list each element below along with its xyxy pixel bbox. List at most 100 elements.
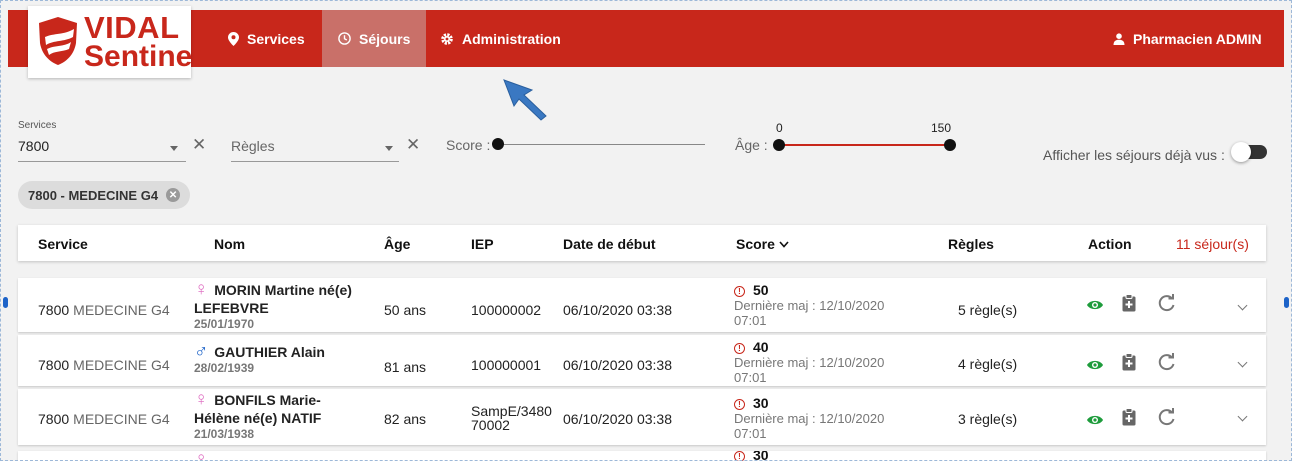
col-date[interactable]: Date de début [563,236,656,252]
eye-icon[interactable] [1086,358,1104,372]
toggle-thumb [1231,142,1251,162]
row-service-code: 7800 [38,411,70,427]
age-slider-max-handle[interactable] [944,139,956,151]
row-score: 50 [753,282,769,298]
chevron-down-icon[interactable] [1237,411,1248,422]
map-pin-icon [228,31,239,46]
row-age: 82 ans [384,411,427,427]
row-service-name: MEDECINE G4 [73,302,170,318]
services-filter-value[interactable]: 7800 [18,138,49,154]
refresh-icon[interactable] [1158,408,1176,426]
row-regles: 3 règle(s) [958,411,1018,427]
service-chip-label: 7800 - MEDECINE G4 [28,187,159,203]
gear-icon [440,32,454,46]
table-row[interactable]: 7800 MEDECINE G4 ♂ GAUTHIER Alain 28/02/19… [18,335,1266,386]
row-maj-line1: Dernière maj : 12/10/2020 [734,355,885,370]
row-date: 06/10/2020 03:38 [563,357,672,373]
row-score: 30 [753,451,769,461]
table-row-partial[interactable]: ! 30 ♀ [18,451,1266,461]
row-score: 30 [753,395,769,411]
row-service-code: 7800 [38,302,70,318]
sort-chevron-icon [779,241,789,248]
col-iep[interactable]: IEP [471,236,494,252]
regles-filter-select[interactable]: Règles [231,138,275,154]
vidal-sentinel-logo[interactable]: VIDAL Sentinel [28,6,201,78]
row-name-line2: LEFEBVRE [194,300,269,316]
female-icon: ♀ [194,389,209,410]
refresh-icon[interactable] [1158,294,1176,312]
age-slider-track[interactable] [778,144,950,146]
row-date: 06/10/2020 03:38 [563,302,672,318]
regles-filter-underline [231,161,399,162]
col-score[interactable]: Score [736,236,789,252]
female-icon: ♀ [194,451,208,461]
chip-remove-icon[interactable]: ✕ [166,188,181,202]
shield-logo-icon [39,17,77,65]
user-icon [1113,32,1125,45]
col-nom[interactable]: Nom [214,236,245,252]
table-row[interactable]: 7800 MEDECINE G4 ♀ MORIN Martine né(e) LEF… [18,278,1266,332]
score-slider-track[interactable] [497,144,705,145]
row-iep: SampE/3480 [471,403,552,419]
refresh-icon[interactable] [1158,353,1176,371]
services-clear-icon[interactable]: ✕ [192,136,206,153]
nav-administration-label: Administration [462,30,561,47]
col-service[interactable]: Service [38,236,88,252]
col-age[interactable]: Âge [384,236,410,252]
warning-circle-icon: ! [734,451,745,461]
nav-administration[interactable]: Administration [424,10,577,67]
services-filter-label: Services [18,120,57,131]
warning-circle-icon: ! [734,286,745,297]
score-slider-label: Score : [446,137,491,153]
score-slider-handle[interactable] [492,138,504,150]
scroll-marker-right [1284,297,1289,308]
sejour-count: 11 séjour(s) [1176,236,1249,252]
row-age: 81 ans [384,359,427,375]
nav-sejours-label: Séjours [359,30,411,47]
logo-text-sentinel: Sentinel [84,40,201,73]
col-score-label: Score [736,236,775,252]
row-maj-line1: Dernière maj : 12/10/2020 [734,411,885,426]
services-filter-underline [18,161,186,162]
col-regles[interactable]: Règles [948,236,994,252]
row-iep-line2: 70002 [471,417,510,433]
mouse-cursor-icon [503,79,547,121]
row-regles: 5 règle(s) [958,302,1018,318]
scroll-marker-left [3,297,8,308]
eye-icon[interactable] [1086,298,1104,312]
services-dropdown-caret-icon[interactable] [170,146,178,151]
clipboard-plus-icon[interactable] [1122,408,1136,426]
row-age: 50 ans [384,302,427,318]
nav-services[interactable]: Services [212,10,321,67]
row-date: 06/10/2020 03:38 [563,411,672,427]
app-frame: VIDAL Sentinel Services Séjours Administ… [0,0,1292,461]
row-service-code: 7800 [38,357,70,373]
nav-sejours[interactable]: Séjours [322,10,426,67]
clipboard-plus-icon[interactable] [1122,353,1136,371]
age-max-tick: 150 [931,121,952,135]
user-menu[interactable]: Pharmacien ADMIN [1113,10,1262,67]
nav-services-label: Services [247,30,305,47]
row-service-name: MEDECINE G4 [73,411,170,427]
row-dob: 28/02/1939 [194,361,255,375]
age-min-tick: 0 [776,121,783,135]
chevron-down-icon[interactable] [1237,300,1248,311]
clipboard-plus-icon[interactable] [1122,294,1136,312]
row-service-name: MEDECINE G4 [73,357,170,373]
age-slider-label: Âge : [735,137,768,153]
eye-icon[interactable] [1086,413,1104,427]
regles-dropdown-caret-icon[interactable] [385,146,393,151]
regles-clear-icon[interactable]: ✕ [406,136,420,153]
show-seen-toggle[interactable] [1231,142,1267,162]
table-header: Service Nom Âge IEP Date de début Score … [18,225,1266,261]
chevron-down-icon[interactable] [1237,357,1248,368]
col-action: Action [1088,236,1132,252]
row-maj-line2: 07:01 [734,370,767,385]
age-slider-min-handle[interactable] [773,139,785,151]
row-maj-line1: Dernière maj : 12/10/2020 [734,298,885,313]
row-name-line1: GAUTHIER Alain [214,344,325,360]
row-iep: 100000001 [471,357,542,373]
row-maj-line2: 07:01 [734,313,767,328]
row-regles: 4 règle(s) [958,356,1018,372]
table-row[interactable]: 7800 MEDECINE G4 ♀ BONFILS Marie- Hélène n… [18,389,1266,445]
